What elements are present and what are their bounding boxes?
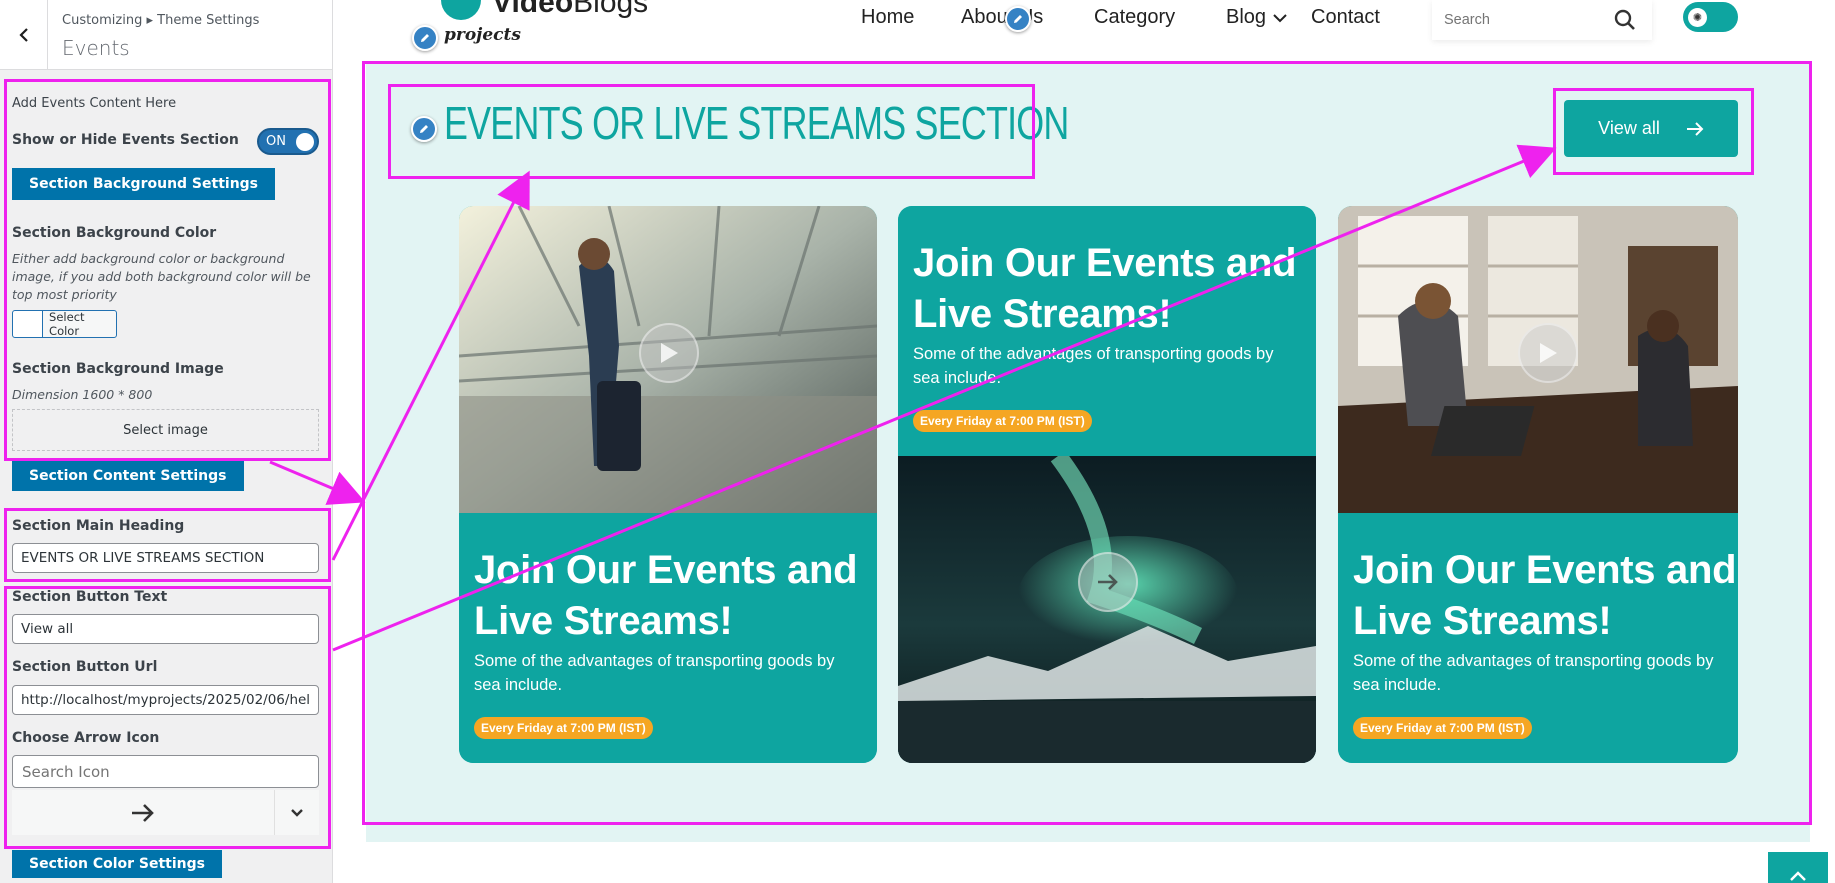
card-text: Some of the advantages of transporting g… [474,652,835,694]
scroll-to-top-button[interactable] [1768,852,1828,883]
card-title: Join Our Events and Live Streams! [474,548,858,643]
footer-strip [334,842,1835,883]
main-heading-label: Section Main Heading [12,518,185,534]
arrow-icon-label: Choose Arrow Icon [12,730,160,746]
bg-image-dimension: Dimension 1600 * 800 [12,387,153,402]
color-swatch [13,311,44,337]
play-icon[interactable] [1078,552,1138,612]
show-hide-toggle[interactable]: ON [257,128,319,155]
toggle-knob [296,133,314,151]
icon-picker[interactable] [12,790,319,835]
icon-search-input[interactable] [12,755,319,788]
site-logo[interactable]: VideoBlogs [440,0,648,20]
arrow-right-icon [1686,121,1704,136]
chevron-left-icon [18,28,28,42]
card-info: Join Our Events and Live Streams! Some of… [459,513,877,763]
customizer-sidebar: Customizing ▸ Theme Settings Events Add … [0,0,333,883]
select-color-button[interactable]: Select Color [12,310,117,338]
add-content-label: Add Events Content Here [12,96,177,111]
content-settings-button[interactable]: Section Content Settings [12,461,244,491]
edit-heading-pencil-icon[interactable] [411,116,437,142]
card-text: Some of the advantages of transporting g… [913,345,1274,387]
card-info: Join Our Events and Live Streams! Some of… [1338,513,1738,763]
customizer-header: Customizing ▸ Theme Settings Events [0,0,332,70]
nav-contact[interactable]: Contact [1311,6,1380,29]
card-text: Some of the advantages of transporting g… [1353,652,1714,694]
color-settings-button[interactable]: Section Color Settings [12,850,222,878]
schedule-badge: Every Friday at 7:00 PM (IST) [913,410,1092,432]
chevron-down-icon[interactable] [274,790,319,835]
chevron-down-icon [1273,13,1287,22]
breadcrumb: Customizing ▸ Theme Settings [62,13,260,28]
card-info: Join Our Events and Live Streams! Some of… [898,206,1316,456]
main-heading-input[interactable] [12,543,319,573]
chevron-up-icon [1790,871,1806,881]
play-icon[interactable] [1518,323,1578,383]
bg-image-label: Section Background Image [12,361,224,377]
search-input[interactable] [1444,12,1614,28]
nav-blog-label: Blog [1226,6,1267,28]
dark-mode-toggle[interactable]: ✺ [1683,2,1738,32]
card-title: Join Our Events and Live Streams! [1353,548,1737,643]
selected-arrow-icon [12,790,274,835]
toggle-state-label: ON [266,134,286,149]
button-url-label: Section Button Url [12,659,158,675]
back-button[interactable] [0,0,48,70]
button-url-input[interactable] [12,685,319,715]
section-heading: EVENTS OR LIVE STREAMS SECTION [444,97,1069,149]
search-icon[interactable] [1614,9,1636,31]
logo-subtitle: projects [444,25,521,45]
nav-blog[interactable]: Blog [1226,6,1288,29]
event-card[interactable]: Join Our Events and Live Streams! Some of… [1338,206,1738,763]
schedule-badge: Every Friday at 7:00 PM (IST) [1353,717,1532,739]
event-card[interactable]: Join Our Events and Live Streams! Some of… [898,206,1316,763]
bg-settings-button[interactable]: Section Background Settings [12,168,276,200]
select-color-label: Select Color [49,310,85,338]
edit-menu-pencil-icon[interactable] [1005,6,1031,32]
event-card[interactable]: Join Our Events and Live Streams! Some of… [459,206,877,763]
logo-bold: Video [492,0,574,19]
button-text-label: Section Button Text [12,589,168,605]
show-hide-label: Show or Hide Events Section [12,132,239,148]
logo-light: Blogs [573,0,649,19]
select-image-button[interactable]: Select image [12,409,319,451]
sun-icon: ✺ [1688,8,1707,27]
view-all-button[interactable]: View all [1564,100,1738,157]
play-icon[interactable] [639,323,699,383]
bg-color-label: Section Background Color [12,225,217,241]
edit-logo-pencil-icon[interactable] [412,25,438,51]
button-text-input[interactable] [12,614,319,644]
nav-home[interactable]: Home [861,6,914,29]
panel-title: Events [62,36,130,60]
view-all-label: View all [1598,118,1660,138]
schedule-badge: Every Friday at 7:00 PM (IST) [474,717,653,739]
bg-color-description: Either add background color or backgroun… [12,251,311,302]
nav-category[interactable]: Category [1094,6,1175,29]
card-title: Join Our Events and Live Streams! [913,241,1297,336]
site-search [1432,0,1652,40]
